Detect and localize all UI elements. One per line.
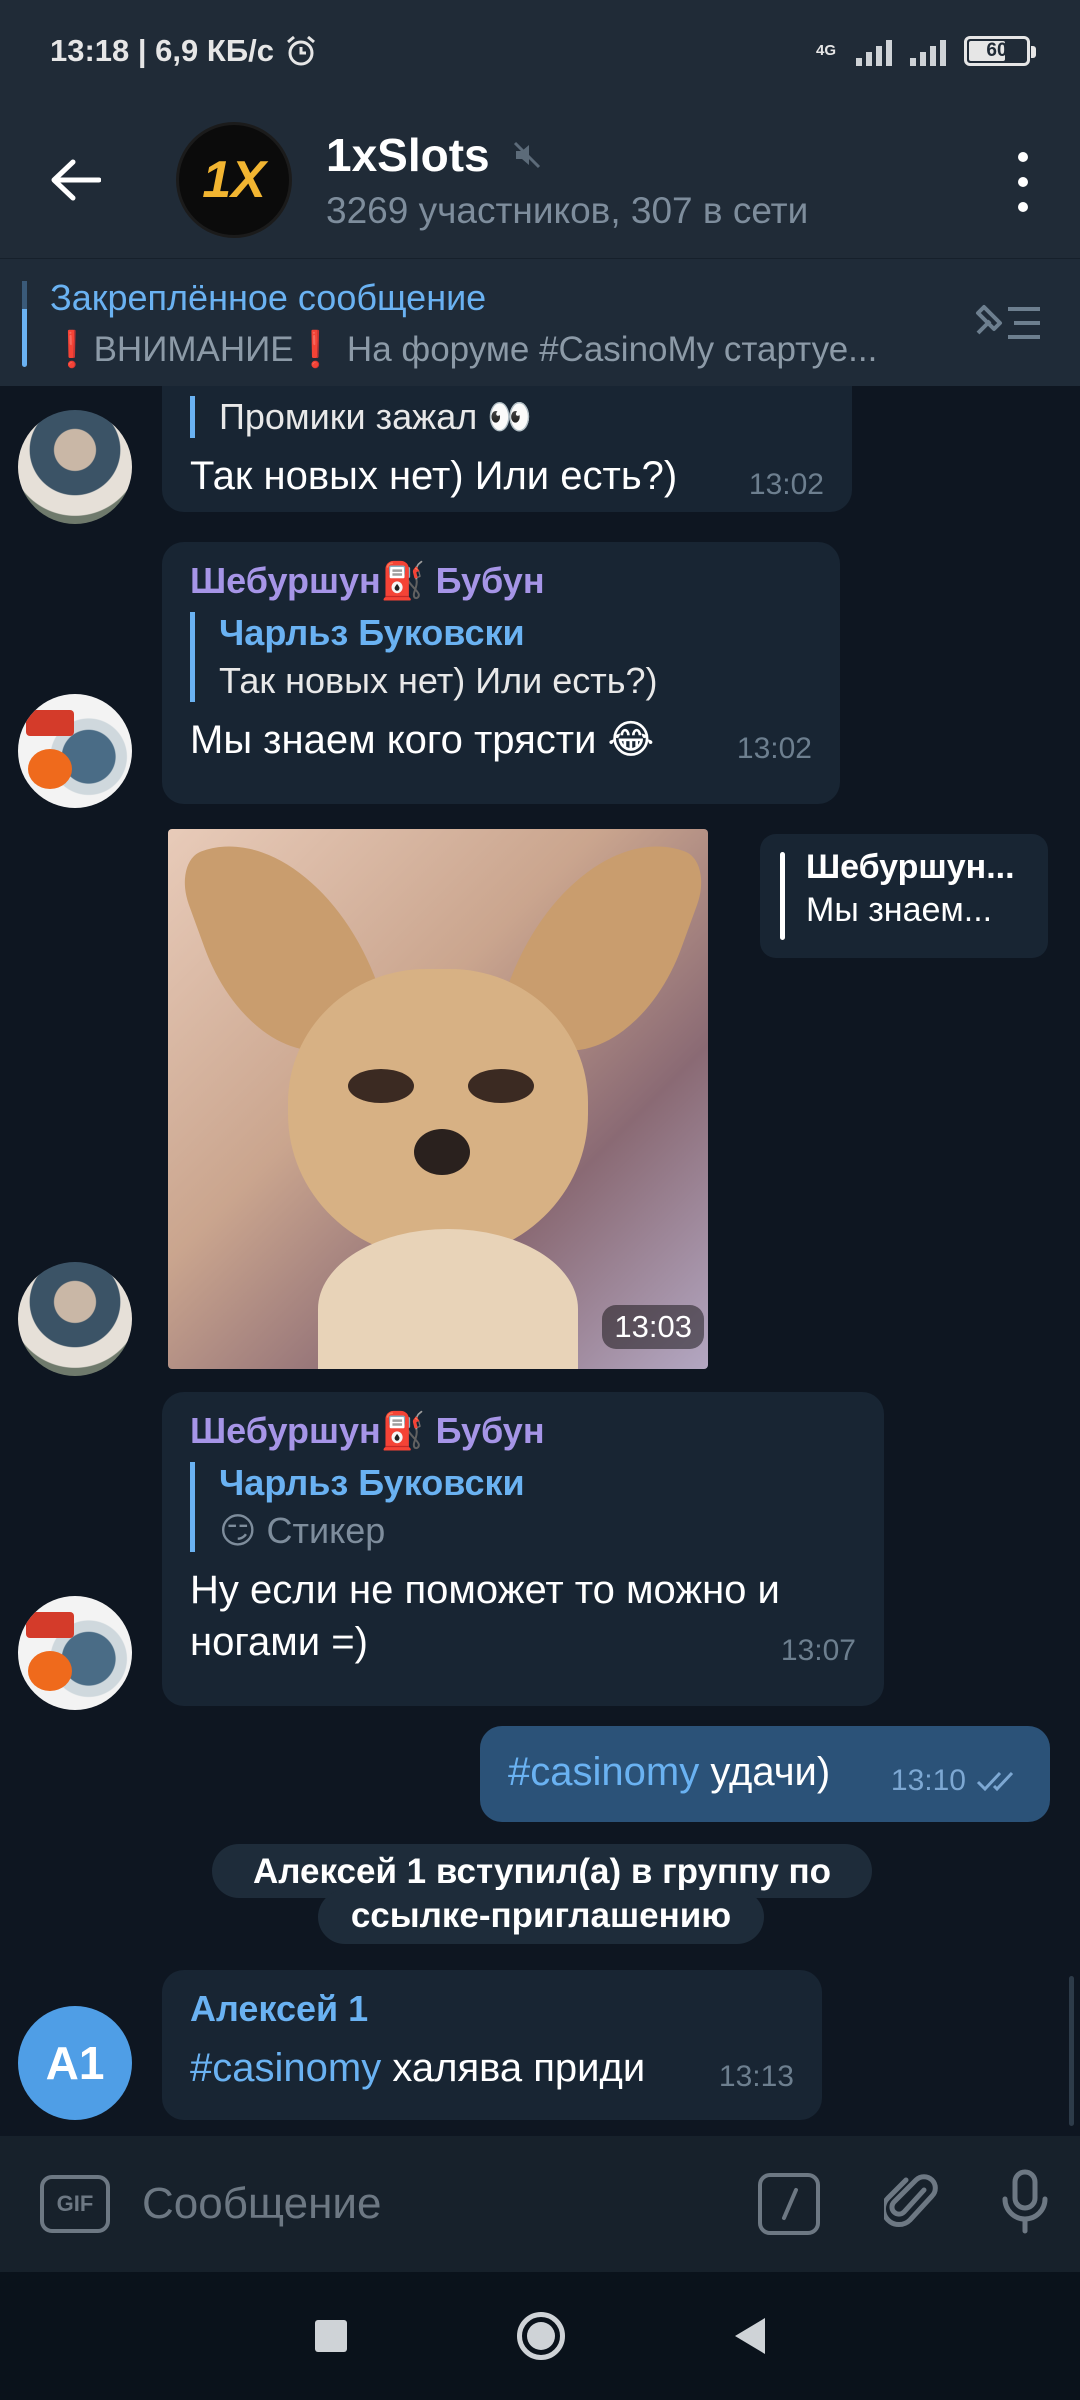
signal-icon xyxy=(856,36,892,66)
reply-quote[interactable]: Чарльз Буковски 😏 Стикер xyxy=(190,1462,856,1552)
service-text-line: ссылке-приглашению xyxy=(350,1896,732,1935)
message-text-line: ногами =) xyxy=(190,1620,368,1664)
battery-icon: 60 xyxy=(964,36,1036,66)
status-time: 13:18 | 6,9 КБ/с xyxy=(50,33,274,68)
arrow-left-icon xyxy=(51,159,101,201)
photo-message[interactable]: 13:03 xyxy=(168,829,708,1369)
pinned-text: ❗ВНИМАНИЕ❗ На форуме #CasinoMy стартуе..… xyxy=(50,330,878,369)
attach-button[interactable] xyxy=(880,2172,940,2237)
avatar[interactable] xyxy=(18,1596,132,1710)
message-bubble[interactable]: Алексей 1 #casinomy халява приди 13:13 xyxy=(162,1970,822,2120)
avatar-initials: А1 xyxy=(45,2037,105,2089)
muted-icon xyxy=(513,141,540,169)
recent-apps-button[interactable] xyxy=(315,2320,347,2352)
reply-text: Так новых нет) Или есть?) xyxy=(219,660,658,701)
chat-subtitle: 3269 участников, 307 в сети xyxy=(326,190,809,231)
more-menu-button[interactable] xyxy=(1006,152,1040,212)
signal-icon-2 xyxy=(910,36,946,66)
service-message: ссылке-приглашению xyxy=(318,1890,764,1944)
reply-name: Шебуршун... xyxy=(806,848,1015,886)
message-bubble[interactable]: Шебуршун⛽ Бубун Чарльз Буковски 😏 Стикер… xyxy=(162,1392,884,1706)
reply-quote[interactable]: Промики зажал 👀 xyxy=(190,396,824,438)
reply-name: Чарльз Буковски xyxy=(219,1462,525,1503)
sender-name[interactable]: Алексей 1 xyxy=(190,1988,794,2030)
system-back-button[interactable] xyxy=(735,2318,765,2354)
chat-info[interactable]: 1xSlots 3269 участников, 307 в сети xyxy=(326,128,808,232)
message-text: Мы знаем кого трясти 😂 xyxy=(190,718,655,762)
avatar[interactable] xyxy=(18,410,132,524)
reply-quote[interactable]: Чарльз Буковски Так новых нет) Или есть?… xyxy=(190,612,812,702)
service-text-line: Алексей 1 вступил(а) в группу по xyxy=(252,1852,832,1891)
message-time: 13:13 xyxy=(718,2060,794,2093)
avatar[interactable]: А1 xyxy=(18,2006,132,2120)
message-time: 13:10 xyxy=(890,1764,966,1797)
message-text: халява приди xyxy=(381,2046,646,2090)
pinned-list-icon[interactable] xyxy=(970,295,1044,351)
pinned-title: Закреплённое сообщение xyxy=(50,277,487,318)
message-text-line: Ну если не поможет то можно и xyxy=(190,1568,780,1612)
reply-text: 😏 Стикер xyxy=(219,1510,386,1551)
message-bubble[interactable]: Промики зажал 👀 Так новых нет) Или есть?… xyxy=(162,386,852,512)
home-button[interactable] xyxy=(517,2312,565,2360)
message-time: 13:07 xyxy=(780,1634,856,1667)
back-button[interactable] xyxy=(0,102,150,258)
microphone-icon xyxy=(1002,2169,1048,2233)
message-text: Так новых нет) Или есть?) xyxy=(190,454,678,498)
reply-name: Чарльз Буковски xyxy=(219,612,525,653)
outgoing-message-bubble[interactable]: #casinomy удачи) 13:10 xyxy=(480,1726,1050,1822)
gif-button[interactable]: GIF xyxy=(40,2175,110,2233)
message-text: удачи) xyxy=(699,1750,831,1794)
avatar[interactable] xyxy=(18,694,132,808)
system-nav-bar xyxy=(0,2272,1080,2400)
slash-icon xyxy=(782,2188,798,2220)
voice-message-button[interactable] xyxy=(1000,2169,1050,2240)
message-input-bar: GIF Сообщение xyxy=(0,2136,1080,2272)
network-type: 4G xyxy=(815,42,836,59)
battery-level: 60 xyxy=(986,40,1008,61)
chat-avatar[interactable]: 1X xyxy=(176,122,292,238)
message-time: 13:03 xyxy=(602,1305,704,1349)
sender-name[interactable]: Шебуршун⛽ Бубун xyxy=(190,560,812,602)
status-bar: 13:18 | 6,9 КБ/с 4G 60 xyxy=(0,0,1080,102)
sender-name[interactable]: Шебуршун⛽ Бубун xyxy=(190,1410,856,1452)
hashtag-link[interactable]: #casinomy xyxy=(508,1750,699,1794)
message-list[interactable]: Промики зажал 👀 Так новых нет) Или есть?… xyxy=(0,386,1080,2136)
message-input[interactable]: Сообщение xyxy=(142,2179,758,2229)
paperclip-icon xyxy=(880,2173,938,2227)
reply-text: Мы знаем... xyxy=(806,891,993,929)
photo-reply-quote[interactable]: Шебуршун... Мы знаем... xyxy=(760,834,1048,958)
message-time: 13:02 xyxy=(736,732,812,765)
gif-label: GIF xyxy=(56,2191,94,2216)
hashtag-link[interactable]: #casinomy xyxy=(190,2046,381,2090)
alarm-icon xyxy=(286,35,315,66)
read-checkmarks-icon xyxy=(976,1771,1014,1792)
bot-commands-button[interactable] xyxy=(758,2173,820,2235)
chat-header: 1X 1xSlots 3269 участников, 307 в сети xyxy=(0,102,1080,258)
message-time: 13:02 xyxy=(748,468,824,501)
chat-title: 1xSlots xyxy=(326,129,490,181)
chat-avatar-logo: 1X xyxy=(202,151,266,209)
reply-text: Промики зажал 👀 xyxy=(219,396,533,437)
pinned-message-bar[interactable]: Закреплённое сообщение ❗ВНИМАНИЕ❗ На фор… xyxy=(0,258,1080,386)
message-bubble[interactable]: Шебуршун⛽ Бубун Чарльз Буковски Так новы… xyxy=(162,542,840,804)
scrollbar[interactable] xyxy=(1069,1976,1074,2126)
avatar[interactable] xyxy=(18,1262,132,1376)
